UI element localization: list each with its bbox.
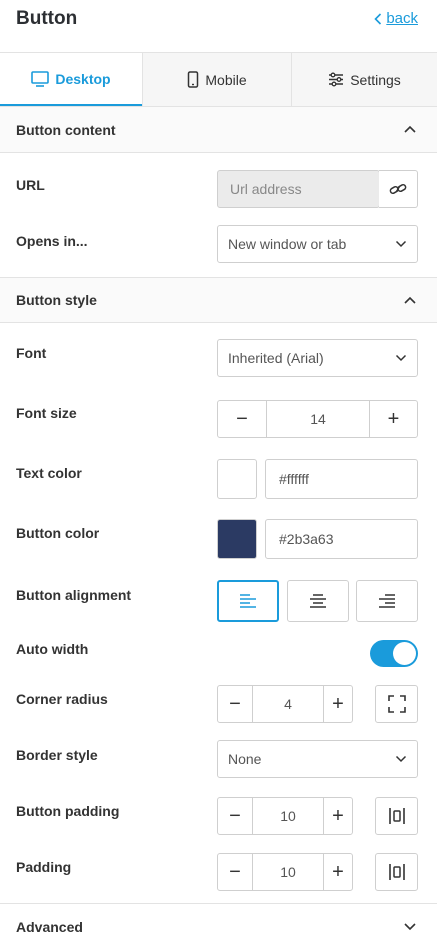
- font-size-label: Font size: [16, 405, 77, 421]
- mobile-icon: [188, 71, 199, 88]
- button-color-label: Button color: [16, 525, 100, 541]
- align-left-button[interactable]: [217, 580, 279, 622]
- corner-radius-increment[interactable]: +: [324, 686, 352, 722]
- padding-value[interactable]: 10: [252, 854, 324, 890]
- text-color-input[interactable]: #ffffff: [265, 459, 418, 499]
- font-value: Inherited (Arial): [228, 350, 324, 366]
- section-button-style[interactable]: Button style: [0, 277, 437, 323]
- padding-increment[interactable]: +: [324, 854, 352, 890]
- chevron-left-icon: [374, 12, 382, 25]
- opens-in-select[interactable]: New window or tab: [217, 225, 418, 263]
- font-select[interactable]: Inherited (Arial): [217, 339, 418, 377]
- button-alignment-label: Button alignment: [16, 587, 132, 603]
- align-center-icon: [310, 594, 326, 608]
- tab-settings[interactable]: Settings: [291, 53, 437, 106]
- sliders-icon: [329, 72, 344, 87]
- button-padding-increment[interactable]: +: [324, 798, 352, 834]
- border-style-value: None: [228, 751, 262, 767]
- padding-decrement[interactable]: −: [218, 854, 252, 890]
- corner-radius-individual-button[interactable]: [375, 685, 418, 723]
- button-padding-value[interactable]: 10: [252, 798, 324, 834]
- back-link-label: back: [386, 10, 418, 27]
- font-size-decrement[interactable]: −: [218, 401, 266, 437]
- align-left-icon: [240, 594, 256, 608]
- button-padding-stepper: − 10 +: [217, 797, 353, 835]
- padding-sides-icon: [388, 808, 405, 824]
- button-padding-label: Button padding: [16, 803, 120, 819]
- button-padding-decrement[interactable]: −: [218, 798, 252, 834]
- font-size-value[interactable]: 14: [266, 401, 370, 437]
- tab-settings-label: Settings: [350, 71, 401, 88]
- url-input[interactable]: Url address: [217, 170, 380, 208]
- border-style-label: Border style: [16, 747, 98, 763]
- padding-individual-button[interactable]: [375, 853, 418, 891]
- text-color-label: Text color: [16, 465, 82, 481]
- auto-width-toggle[interactable]: [370, 640, 418, 667]
- tab-desktop-label: Desktop: [55, 70, 111, 87]
- font-size-stepper: − 14 +: [217, 400, 418, 438]
- chevron-down-icon: [395, 240, 407, 248]
- corner-radius-stepper: − 4 +: [217, 685, 353, 723]
- font-size-increment[interactable]: +: [370, 401, 417, 437]
- section-advanced-title: Advanced: [16, 918, 83, 935]
- opens-in-label: Opens in...: [16, 233, 88, 249]
- corner-radius-value[interactable]: 4: [252, 686, 324, 722]
- chevron-down-icon: [404, 923, 416, 931]
- text-color-swatch[interactable]: [217, 459, 257, 499]
- button-color-input[interactable]: #2b3a63: [265, 519, 418, 559]
- section-button-content[interactable]: Button content: [0, 107, 437, 153]
- panel-title: Button: [16, 8, 78, 29]
- padding-sides-icon: [388, 864, 405, 880]
- padding-label: Padding: [16, 859, 72, 875]
- section-button-style-title: Button style: [16, 292, 97, 308]
- desktop-icon: [31, 70, 50, 87]
- font-label: Font: [16, 345, 47, 361]
- tab-desktop[interactable]: Desktop: [0, 53, 142, 106]
- link-button[interactable]: [379, 170, 418, 208]
- device-tabs: Desktop Mobile Settings: [0, 52, 437, 107]
- border-style-select[interactable]: None: [217, 740, 418, 778]
- button-padding-individual-button[interactable]: [375, 797, 418, 835]
- panel-header: Button back: [0, 0, 437, 52]
- back-link[interactable]: back: [374, 10, 418, 27]
- corner-radius-label: Corner radius: [16, 691, 108, 707]
- align-right-icon: [379, 594, 395, 608]
- auto-width-label: Auto width: [16, 641, 89, 657]
- url-placeholder: Url address: [230, 181, 302, 197]
- align-center-button[interactable]: [287, 580, 349, 622]
- chevron-down-icon: [395, 354, 407, 362]
- opens-in-value: New window or tab: [228, 236, 347, 252]
- button-color-swatch[interactable]: [217, 519, 257, 559]
- align-right-button[interactable]: [356, 580, 418, 622]
- corner-radius-decrement[interactable]: −: [218, 686, 252, 722]
- link-icon: [389, 184, 407, 194]
- section-advanced[interactable]: Advanced: [0, 903, 437, 941]
- expand-corners-icon: [387, 695, 406, 713]
- chevron-up-icon: [404, 125, 416, 133]
- chevron-down-icon: [395, 755, 407, 763]
- url-label: URL: [16, 177, 45, 193]
- chevron-up-icon: [404, 296, 416, 304]
- tab-mobile[interactable]: Mobile: [142, 53, 291, 106]
- section-button-content-title: Button content: [16, 121, 116, 138]
- padding-stepper: − 10 +: [217, 853, 353, 891]
- tab-mobile-label: Mobile: [205, 71, 247, 88]
- toggle-knob: [393, 642, 416, 665]
